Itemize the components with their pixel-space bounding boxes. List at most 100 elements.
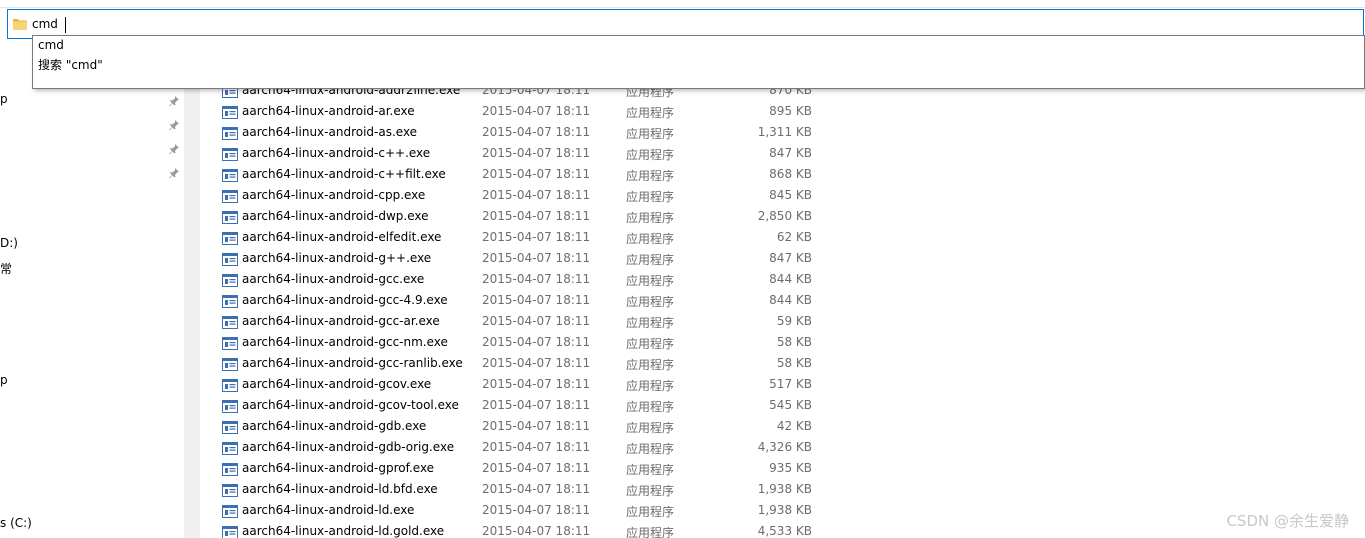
nav-item-label[interactable]: D:) (0, 236, 18, 250)
file-date: 2015-04-07 18:11 (482, 188, 591, 202)
folder-icon (13, 19, 27, 30)
file-type: 应用程序 (626, 190, 675, 204)
file-name: aarch64-linux-android-c++filt.exe (242, 167, 446, 181)
file-row[interactable]: aarch64-linux-android-gcc-ranlib.exe 2015… (200, 354, 820, 375)
file-date: 2015-04-07 18:11 (482, 524, 591, 538)
file-size: 58 KB (776, 356, 812, 370)
application-icon (222, 106, 238, 119)
file-size: 1,311 KB (757, 125, 812, 139)
file-type: 应用程序 (626, 127, 675, 141)
file-size: 59 KB (776, 314, 812, 328)
file-size: 4,533 KB (757, 524, 812, 538)
autocomplete-item-search[interactable]: 搜索 "cmd" (38, 56, 103, 73)
application-icon (222, 526, 238, 538)
application-icon (222, 463, 238, 476)
watermark: CSDN @余生爱静 (1226, 512, 1349, 530)
nav-item-label[interactable]: p (0, 92, 8, 106)
file-row[interactable]: aarch64-linux-android-gdb.exe 2015-04-07 … (200, 417, 820, 438)
file-type: 应用程序 (626, 484, 675, 498)
file-size: 895 KB (769, 104, 812, 118)
file-date: 2015-04-07 18:11 (482, 230, 591, 244)
file-size: 844 KB (769, 272, 812, 286)
file-type: 应用程序 (626, 421, 675, 435)
file-date: 2015-04-07 18:11 (482, 461, 591, 475)
file-size: 1,938 KB (757, 482, 812, 496)
file-date: 2015-04-07 18:11 (482, 209, 591, 223)
file-row[interactable]: aarch64-linux-android-as.exe 2015-04-07 1… (200, 123, 820, 144)
application-icon (222, 484, 238, 497)
file-name: aarch64-linux-android-c++.exe (242, 146, 431, 160)
file-date: 2015-04-07 18:11 (482, 482, 591, 496)
file-row[interactable]: aarch64-linux-android-gcc-ar.exe 2015-04-… (200, 312, 820, 333)
pin-icon[interactable] (168, 167, 180, 179)
file-date: 2015-04-07 18:11 (482, 125, 591, 139)
file-row[interactable]: aarch64-linux-android-c++filt.exe 2015-04… (200, 165, 820, 186)
application-icon (222, 274, 238, 287)
pin-icon[interactable] (168, 119, 180, 131)
file-row[interactable]: aarch64-linux-android-ld.exe 2015-04-07 1… (200, 501, 820, 522)
file-row[interactable]: aarch64-linux-android-gcov.exe 2015-04-07… (200, 375, 820, 396)
file-type: 应用程序 (626, 148, 675, 162)
file-size: 58 KB (776, 335, 812, 349)
autocomplete-item-cmd[interactable]: cmd (38, 38, 64, 52)
file-row[interactable]: aarch64-linux-android-ld.bfd.exe 2015-04-… (200, 480, 820, 501)
navigation-scrollbar[interactable] (184, 40, 200, 538)
file-type: 应用程序 (626, 274, 675, 288)
file-name: aarch64-linux-android-gdb-orig.exe (242, 440, 455, 454)
file-name: aarch64-linux-android-g++.exe (242, 251, 432, 265)
file-row[interactable]: aarch64-linux-android-cpp.exe 2015-04-07 … (200, 186, 820, 207)
file-size: 935 KB (769, 461, 812, 475)
nav-item-label[interactable]: s (C:) (0, 516, 32, 530)
file-row[interactable]: aarch64-linux-android-gprof.exe 2015-04-0… (200, 459, 820, 480)
file-type: 应用程序 (626, 316, 675, 330)
file-row[interactable]: aarch64-linux-android-gcc-4.9.exe 2015-04… (200, 291, 820, 312)
file-type: 应用程序 (626, 295, 675, 309)
file-type: 应用程序 (626, 505, 675, 519)
file-list: aarch64-linux-android-addr2line.exe 2015-… (200, 40, 1365, 538)
file-type: 应用程序 (626, 400, 675, 414)
file-type: 应用程序 (626, 379, 675, 393)
file-row[interactable]: aarch64-linux-android-gdb-orig.exe 2015-0… (200, 438, 820, 459)
nav-item-label[interactable]: p (0, 373, 8, 387)
file-row[interactable]: aarch64-linux-android-c++.exe 2015-04-07 … (200, 144, 820, 165)
application-icon (222, 505, 238, 518)
file-type: 应用程序 (626, 232, 675, 246)
file-row[interactable]: aarch64-linux-android-dwp.exe 2015-04-07 … (200, 207, 820, 228)
application-icon (222, 316, 238, 329)
application-icon (222, 127, 238, 140)
file-row[interactable]: aarch64-linux-android-gcov-tool.exe 2015-… (200, 396, 820, 417)
file-size: 868 KB (769, 167, 812, 181)
file-date: 2015-04-07 18:11 (482, 335, 591, 349)
file-type: 应用程序 (626, 463, 675, 477)
file-name: aarch64-linux-android-ar.exe (242, 104, 415, 118)
file-date: 2015-04-07 18:11 (482, 398, 591, 412)
application-icon (222, 442, 238, 455)
file-date: 2015-04-07 18:11 (482, 440, 591, 454)
file-type: 应用程序 (626, 253, 675, 267)
file-type: 应用程序 (626, 442, 675, 456)
file-size: 4,326 KB (757, 440, 812, 454)
application-icon (222, 169, 238, 182)
pin-icon[interactable] (168, 143, 180, 155)
file-row[interactable]: aarch64-linux-android-elfedit.exe 2015-04… (200, 228, 820, 249)
file-type: 应用程序 (626, 526, 675, 538)
application-icon (222, 253, 238, 266)
pin-icon[interactable] (168, 95, 180, 107)
file-name: aarch64-linux-android-elfedit.exe (242, 230, 442, 244)
file-date: 2015-04-07 18:11 (482, 314, 591, 328)
file-row[interactable]: aarch64-linux-android-gcc.exe 2015-04-07 … (200, 270, 820, 291)
nav-item-label[interactable]: 常 (0, 260, 12, 277)
text-caret (65, 17, 66, 33)
file-row[interactable]: aarch64-linux-android-g++.exe 2015-04-07 … (200, 249, 820, 270)
file-row[interactable]: aarch64-linux-android-ld.gold.exe 2015-04… (200, 522, 820, 538)
file-name: aarch64-linux-android-ld.exe (242, 503, 415, 517)
address-input[interactable] (32, 14, 632, 34)
file-size: 1,938 KB (757, 503, 812, 517)
file-name: aarch64-linux-android-gcov.exe (242, 377, 432, 391)
file-type: 应用程序 (626, 211, 675, 225)
file-row[interactable]: aarch64-linux-android-gcc-nm.exe 2015-04-… (200, 333, 820, 354)
file-row[interactable]: aarch64-linux-android-ar.exe 2015-04-07 1… (200, 102, 820, 123)
file-name: aarch64-linux-android-gprof.exe (242, 461, 435, 475)
file-size: 545 KB (769, 398, 812, 412)
file-name: aarch64-linux-android-gdb.exe (242, 419, 427, 433)
